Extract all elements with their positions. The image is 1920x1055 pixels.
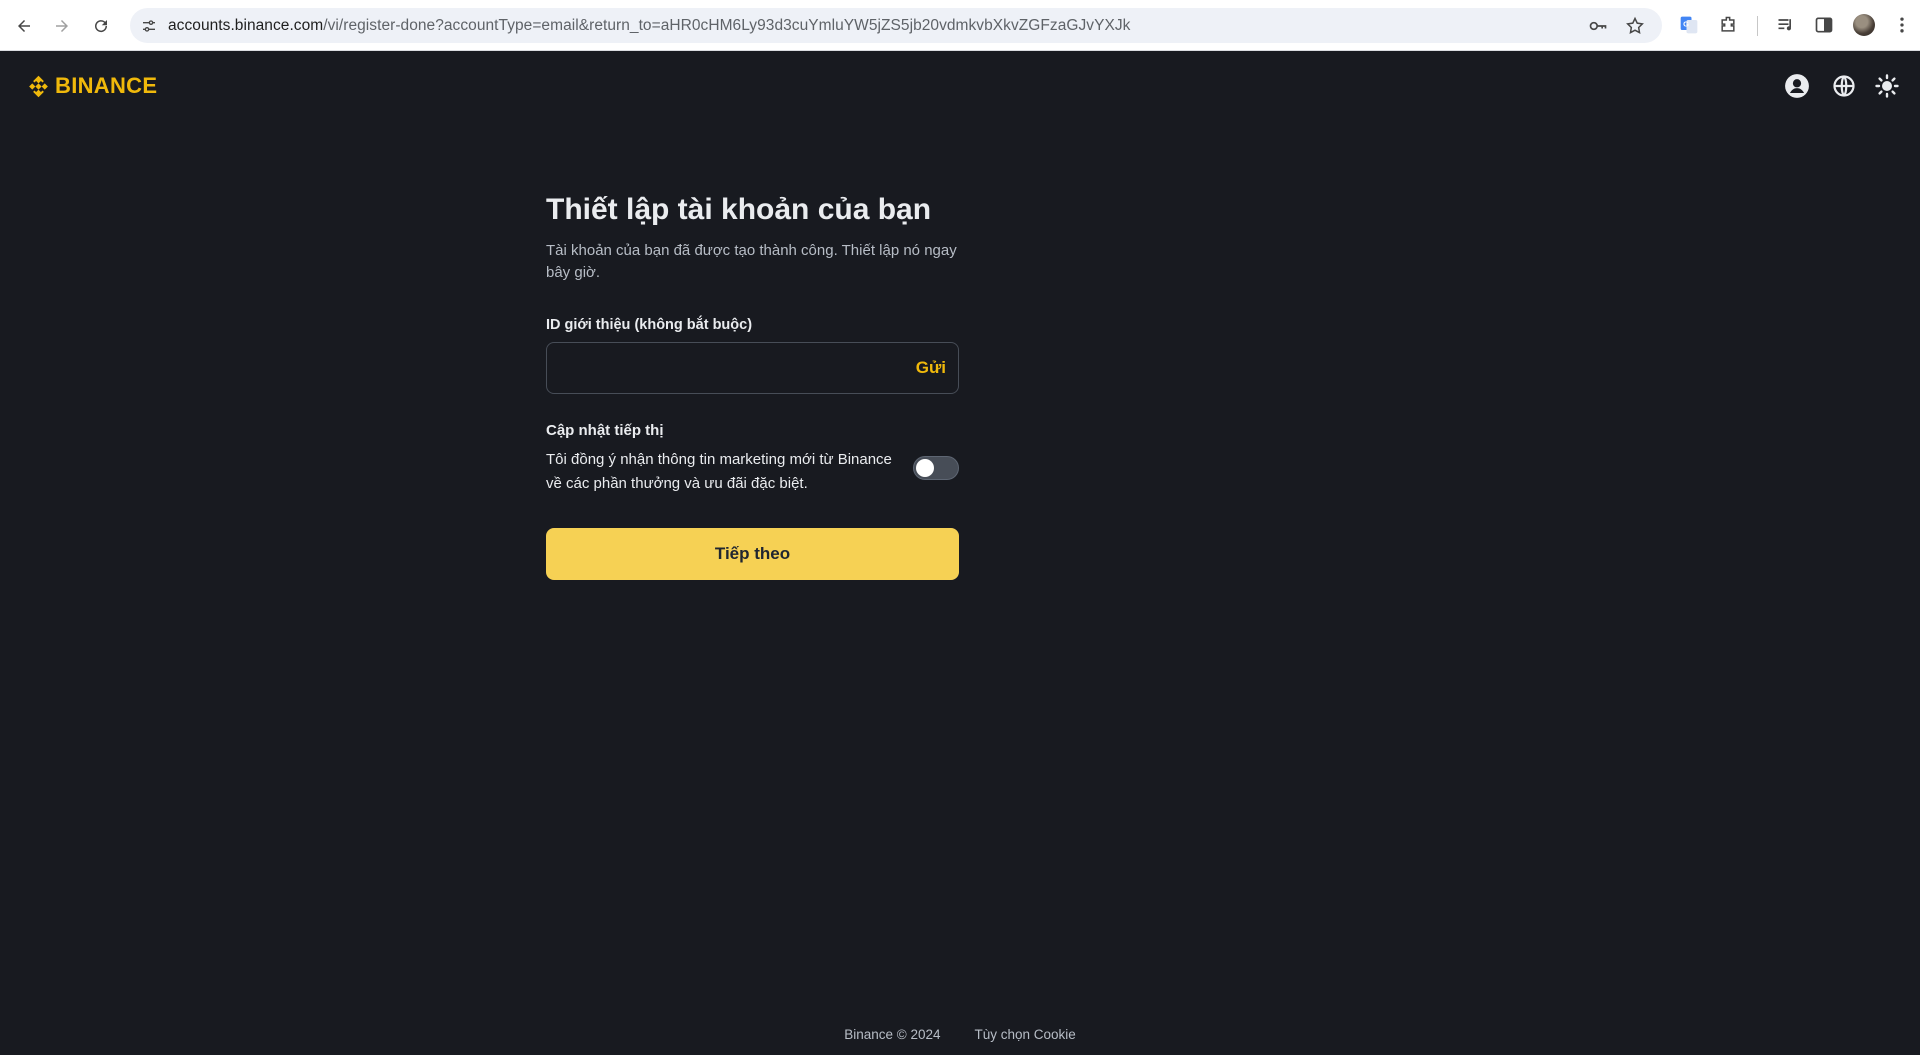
marketing-updates-title: Cập nhật tiếp thị — [546, 422, 664, 439]
google-translate-icon[interactable]: G — [1678, 14, 1700, 36]
browser-toolbar: accounts.binance.com/vi/register-done?ac… — [0, 0, 1920, 51]
toolbar-divider — [1757, 16, 1758, 36]
reload-icon[interactable] — [88, 13, 114, 39]
referral-id-input[interactable] — [559, 343, 899, 393]
footer: Binance © 2024 Tùy chọn Cookie — [0, 1027, 1920, 1042]
url-host: accounts.binance.com — [168, 17, 324, 34]
binance-logo[interactable]: BINANCE — [26, 73, 157, 99]
referral-id-label: ID giới thiệu (không bắt buộc) — [546, 317, 753, 333]
marketing-opt-in-toggle[interactable] — [913, 456, 959, 480]
address-bar[interactable]: accounts.binance.com/vi/register-done?ac… — [130, 8, 1662, 43]
binance-logo-icon — [29, 75, 48, 97]
site-settings-icon[interactable] — [138, 15, 160, 37]
language-globe-icon[interactable] — [1831, 73, 1857, 99]
cookie-preferences-link[interactable]: Tùy chọn Cookie — [974, 1027, 1075, 1042]
send-referral-button[interactable]: Gửi — [916, 358, 946, 378]
svg-text:G: G — [1683, 20, 1689, 29]
password-key-icon[interactable] — [1588, 16, 1608, 36]
url-text: accounts.binance.com/vi/register-done?ac… — [168, 17, 1130, 35]
page-title: Thiết lập tài khoản của bạn — [546, 193, 932, 226]
page-subtitle: Tài khoản của bạn đã được tạo thành công… — [546, 242, 957, 281]
next-button[interactable]: Tiếp theo — [546, 528, 959, 580]
extensions-icon[interactable] — [1717, 14, 1739, 36]
back-icon[interactable] — [11, 13, 37, 39]
logo-text: BINANCE — [55, 73, 158, 98]
side-panel-icon[interactable] — [1813, 14, 1835, 36]
url-path: /vi/register-done?accountType=email&retu… — [323, 17, 1131, 34]
forward-icon[interactable] — [49, 13, 75, 39]
theme-sun-icon[interactable] — [1874, 73, 1900, 99]
account-icon[interactable] — [1784, 73, 1810, 99]
account-setup-form: Thiết lập tài khoản của bạn Tài khoản củ… — [546, 186, 959, 580]
media-control-icon[interactable] — [1775, 14, 1797, 36]
footer-copyright: Binance © 2024 — [844, 1027, 941, 1042]
more-menu-icon[interactable] — [1891, 14, 1913, 36]
profile-avatar[interactable] — [1853, 14, 1875, 36]
marketing-consent-text: Tôi đồng ý nhận thông tin marketing mới … — [546, 451, 892, 492]
bookmark-star-icon[interactable] — [1625, 16, 1645, 36]
referral-id-field[interactable]: Gửi — [546, 342, 959, 394]
toggle-knob — [916, 459, 934, 477]
